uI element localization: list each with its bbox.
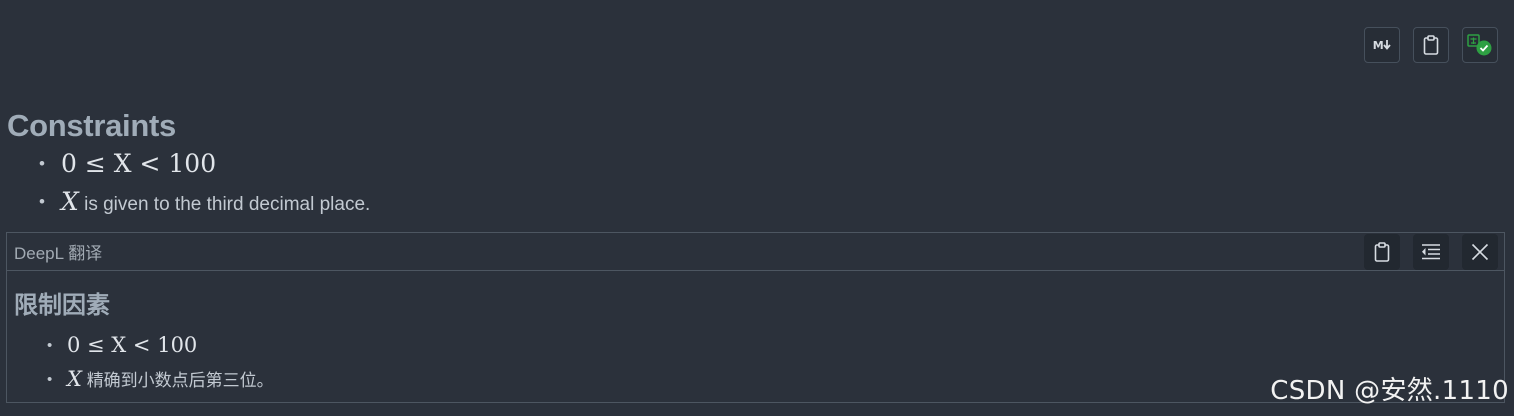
translation-panel-header: DeepL 翻译 — [7, 233, 1504, 271]
math-expression: 0 ≤ X < 100 — [67, 333, 198, 357]
math-variable: X — [67, 367, 82, 391]
insert-translation-button[interactable] — [1413, 233, 1449, 270]
math-variable-x: X — [67, 367, 82, 391]
math-variable-x: X — [61, 187, 79, 216]
translated-text: 精确到小数点后第三位。 — [86, 371, 274, 390]
clipboard-icon — [1374, 241, 1390, 262]
markdown-download-icon: M — [1373, 39, 1391, 52]
translation-panel-title: DeepL 翻译 — [14, 244, 103, 263]
translate-button[interactable] — [1462, 27, 1498, 63]
close-panel-button[interactable] — [1462, 233, 1498, 270]
clipboard-icon — [1423, 35, 1439, 55]
watermark: CSDN @安然.1110 — [1270, 376, 1509, 406]
math-variable: X — [61, 187, 79, 216]
close-icon — [1471, 243, 1489, 260]
markdown-download-button[interactable]: M — [1364, 27, 1400, 63]
constraints-list: 0 ≤ X < 100 X is given to the third deci… — [7, 146, 1504, 222]
top-toolbar: M — [1364, 27, 1498, 63]
constraints-section: Constraints 0 ≤ X < 100 X is given to th… — [7, 106, 1504, 222]
constraint-item-1: 0 ≤ X < 100 — [39, 146, 1504, 184]
copy-translation-button[interactable] — [1364, 233, 1400, 270]
translated-title: 限制因素 — [14, 292, 110, 319]
constraint-item-2: X is given to the third decimal place. — [39, 184, 1504, 222]
constraint-text: is given to the third decimal place. — [84, 194, 371, 215]
markdown-label: M — [1372, 38, 1384, 52]
section-title: Constraints — [7, 108, 176, 143]
translate-check-icon — [1467, 34, 1492, 56]
copy-button[interactable] — [1413, 27, 1449, 63]
translation-panel-actions — [1364, 233, 1498, 270]
indent-list-icon — [1422, 243, 1440, 259]
translated-item-1: 0 ≤ X < 100 — [47, 329, 1497, 363]
math-expression: 0 ≤ X < 100 — [61, 149, 217, 178]
